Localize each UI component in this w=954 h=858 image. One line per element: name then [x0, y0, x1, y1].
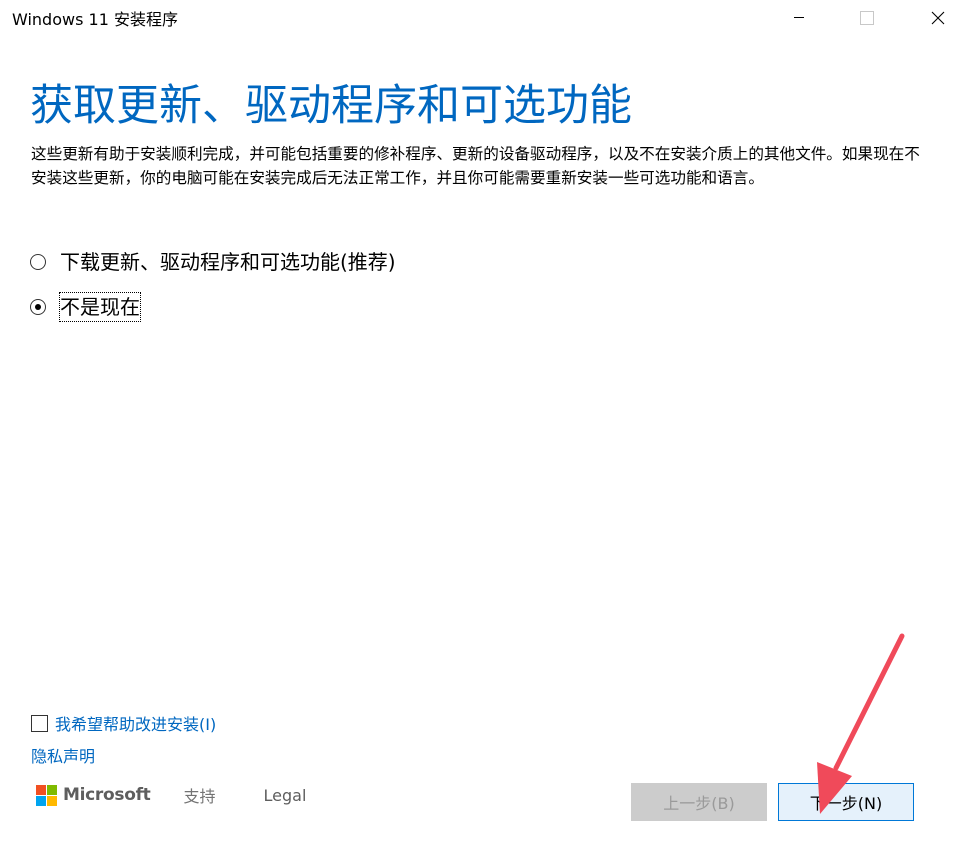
- improve-setup-option[interactable]: 我希望帮助改进安装(I): [31, 711, 216, 735]
- support-link[interactable]: 支持: [184, 783, 216, 807]
- title-bar: Windows 11 安装程序: [0, 0, 954, 34]
- back-button: 上一步(B): [631, 783, 767, 821]
- improve-setup-checkbox[interactable]: [31, 714, 48, 732]
- microsoft-brand: Microsoft: [63, 785, 151, 805]
- close-icon: [931, 11, 945, 25]
- page-title: 获取更新、驱动程序和可选功能: [30, 81, 632, 131]
- minimize-button[interactable]: [776, 0, 822, 34]
- microsoft-logo-icon: [36, 784, 57, 806]
- next-button[interactable]: 下一步(N): [778, 783, 914, 821]
- radio-button-unselected[interactable]: [30, 254, 46, 270]
- footer: Microsoft 支持 Legal: [36, 782, 306, 808]
- page-description: 这些更新有助于安装顺利完成，并可能包括重要的修补程序、更新的设备驱动程序，以及不…: [31, 145, 920, 187]
- window-title: Windows 11 安装程序: [12, 10, 178, 29]
- radio-label[interactable]: 不是现在: [59, 292, 141, 322]
- improve-setup-label[interactable]: 我希望帮助改进安装(I): [55, 711, 216, 735]
- legal-link[interactable]: Legal: [264, 786, 307, 805]
- close-button[interactable]: [914, 0, 954, 34]
- privacy-statement-link[interactable]: 隐私声明: [31, 743, 95, 767]
- minimize-icon: [794, 17, 804, 18]
- radio-selected-dot: [34, 303, 41, 310]
- maximize-icon: [860, 11, 874, 25]
- radio-not-now[interactable]: 不是现在: [30, 292, 141, 322]
- radio-label[interactable]: 下载更新、驱动程序和可选功能(推荐): [60, 248, 396, 276]
- radio-download-updates[interactable]: 下载更新、驱动程序和可选功能(推荐): [30, 248, 396, 276]
- radio-button-selected[interactable]: [30, 299, 46, 315]
- maximize-button: [843, 0, 889, 34]
